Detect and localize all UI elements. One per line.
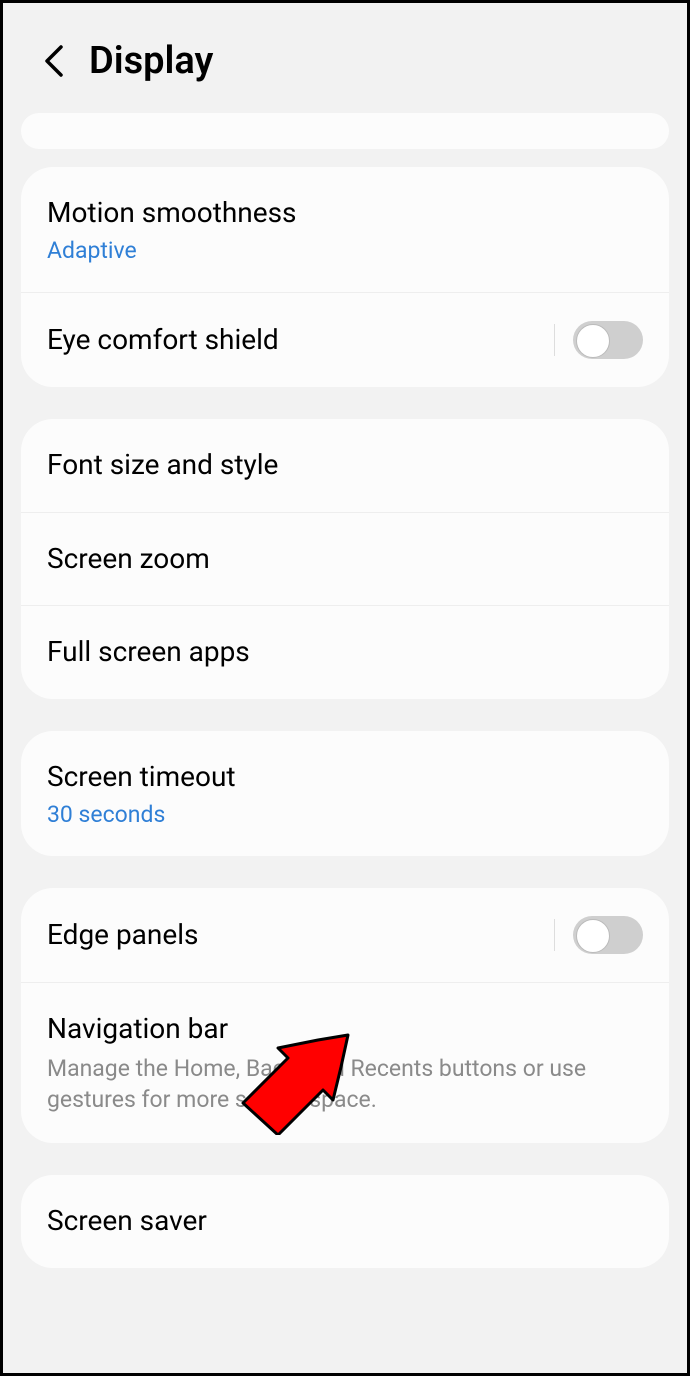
setting-description: Manage the Home, Back, and Recents butto… (47, 1053, 643, 1115)
top-spacer (21, 113, 669, 149)
eye-comfort-toggle[interactable] (573, 321, 643, 359)
setting-eye-comfort-shield[interactable]: Eye comfort shield (21, 292, 669, 387)
divider (554, 324, 555, 356)
setting-title: Screen saver (47, 1203, 643, 1239)
setting-value: Adaptive (47, 237, 643, 264)
edge-panels-toggle[interactable] (573, 916, 643, 954)
setting-screen-saver[interactable]: Screen saver (21, 1175, 669, 1267)
setting-full-screen-apps[interactable]: Full screen apps (21, 605, 669, 698)
setting-motion-smoothness[interactable]: Motion smoothness Adaptive (21, 167, 669, 292)
header: Display (3, 3, 687, 103)
setting-navigation-bar[interactable]: Navigation bar Manage the Home, Back, an… (21, 982, 669, 1143)
toggle-container (554, 321, 643, 359)
setting-title: Full screen apps (47, 634, 643, 670)
setting-title: Eye comfort shield (47, 322, 538, 358)
setting-title: Screen timeout (47, 759, 643, 795)
setting-screen-zoom[interactable]: Screen zoom (21, 512, 669, 605)
settings-group: Screen timeout 30 seconds (21, 731, 669, 856)
setting-value: 30 seconds (47, 801, 643, 828)
settings-group: Font size and style Screen zoom Full scr… (21, 419, 669, 698)
back-icon[interactable] (43, 44, 65, 78)
divider (554, 919, 555, 951)
setting-edge-panels[interactable]: Edge panels (21, 888, 669, 982)
setting-title: Edge panels (47, 917, 538, 953)
setting-title: Motion smoothness (47, 195, 643, 231)
toggle-container (554, 916, 643, 954)
settings-group: Screen saver (21, 1175, 669, 1267)
settings-group: Edge panels Navigation bar Manage the Ho… (21, 888, 669, 1143)
setting-title: Navigation bar (47, 1011, 643, 1047)
setting-title: Screen zoom (47, 541, 643, 577)
setting-font-size-style[interactable]: Font size and style (21, 419, 669, 511)
settings-group: Motion smoothness Adaptive Eye comfort s… (21, 167, 669, 387)
setting-title: Font size and style (47, 447, 643, 483)
page-title: Display (89, 39, 213, 83)
setting-screen-timeout[interactable]: Screen timeout 30 seconds (21, 731, 669, 856)
